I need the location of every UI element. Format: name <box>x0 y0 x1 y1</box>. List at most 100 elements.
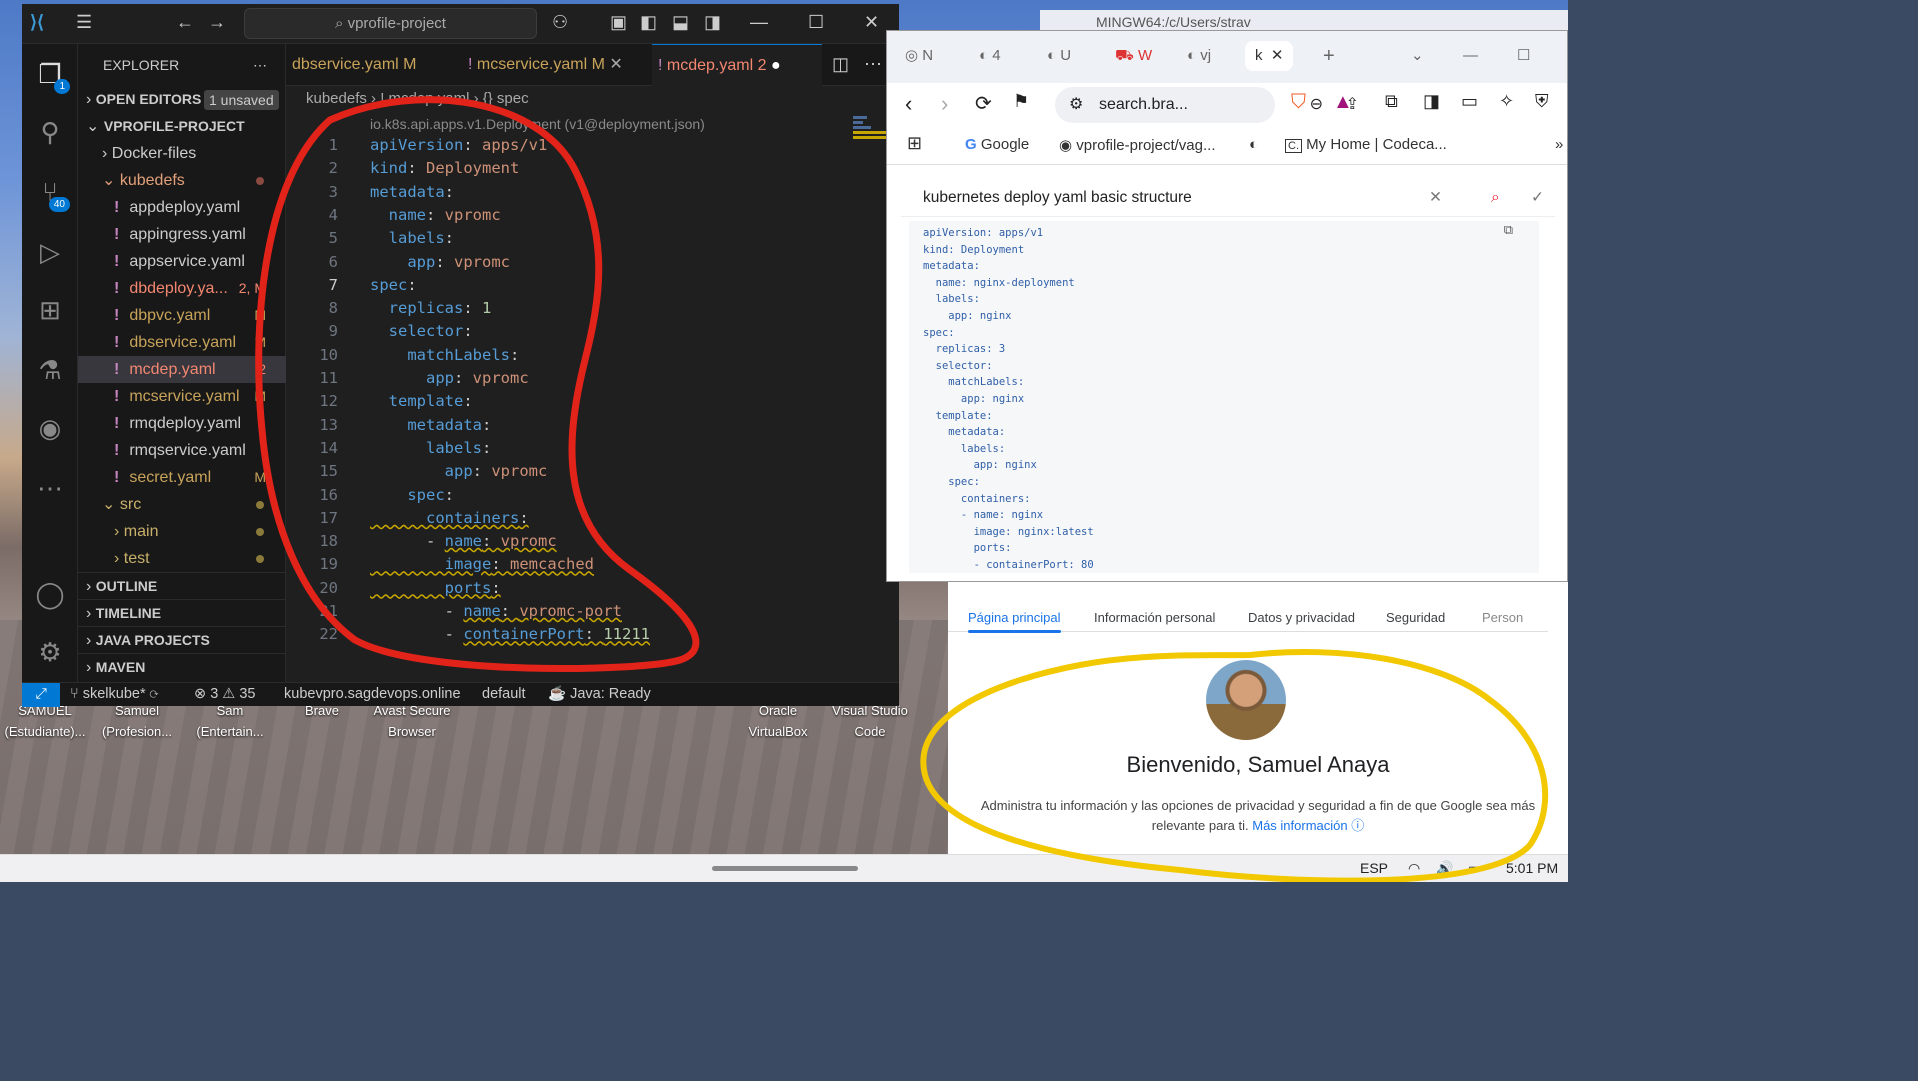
wifi-icon[interactable]: ◠ <box>1408 860 1420 877</box>
code-line[interactable]: ports: <box>370 579 501 597</box>
desktop-icon-samuel-profesional[interactable]: Samuel (Profesion... <box>92 700 182 742</box>
tab-informacion-personal[interactable]: Información personal <box>1094 610 1215 625</box>
tab-personas[interactable]: Person <box>1482 610 1523 625</box>
code-line[interactable]: kind: Deployment <box>370 159 519 177</box>
check-icon[interactable]: ✓ <box>1531 179 1544 217</box>
zoom-icon[interactable]: ⊖ <box>1310 87 1323 123</box>
testing-icon[interactable]: ⚗ <box>34 354 66 386</box>
volume-icon[interactable]: 🔊 <box>1436 860 1453 877</box>
globe-icon[interactable]: ◐ <box>1249 136 1258 153</box>
avatar[interactable] <box>1206 660 1286 740</box>
command-center-search[interactable]: ⌕ vprofile-project <box>244 8 537 39</box>
layout-icon[interactable]: ▣ <box>610 12 627 33</box>
desktop-icon-vscode[interactable]: Visual Studio Code <box>826 700 914 742</box>
folder-main[interactable]: › main <box>78 518 286 545</box>
browser-tab[interactable]: ◐ vj <box>1187 41 1211 71</box>
open-editors-section[interactable]: › OPEN EDITORS 1 unsaved <box>78 86 286 113</box>
copy-icon[interactable]: ⧉ <box>1504 223 1513 240</box>
kube-namespace[interactable]: default <box>482 683 526 706</box>
outline-section[interactable]: › OUTLINE <box>78 572 286 599</box>
language-indicator[interactable]: ESP <box>1360 860 1388 876</box>
forward-arrow-icon[interactable]: → <box>208 12 226 33</box>
copilot-icon[interactable]: ⚇ <box>552 12 568 33</box>
menu-icon[interactable]: ☰ <box>76 12 92 33</box>
tab-list-chevron-icon[interactable]: ⌄ <box>1411 41 1424 71</box>
tab-mcdep[interactable]: ! mcdep.yaml 2 ● <box>652 44 822 86</box>
file-item[interactable]: ! secret.yaml M <box>78 464 286 491</box>
back-arrow-icon[interactable]: ← <box>176 12 194 33</box>
help-icon[interactable]: ⓘ <box>1348 818 1364 833</box>
tab-seguridad[interactable]: Seguridad <box>1386 610 1445 625</box>
code-line[interactable]: image: memcached <box>370 555 594 573</box>
extensions-icon[interactable]: ⧉ <box>1385 91 1398 112</box>
new-tab-icon[interactable]: + <box>1323 41 1335 71</box>
tab-mcservice[interactable]: ! mcservice.yaml M ✕ <box>462 44 646 86</box>
back-icon[interactable]: ‹ <box>905 91 912 117</box>
toggle-panel-icon[interactable]: ⬓ <box>672 12 689 33</box>
vpn-icon[interactable]: ⛨ <box>1535 91 1549 112</box>
tab-close-icon[interactable]: ✕ <box>1271 47 1284 64</box>
browser-tab[interactable]: ◐ 4 <box>979 41 1001 71</box>
code-line[interactable]: - name: vpromc-port <box>370 602 622 620</box>
battery-icon[interactable]: ▭ <box>1468 860 1481 877</box>
toggle-sidebar-icon[interactable]: ◧ <box>640 12 657 33</box>
brave-shield-icon[interactable]: ⛉ <box>1291 91 1306 114</box>
java-projects-section[interactable]: › JAVA PROJECTS <box>78 626 286 653</box>
maven-section[interactable]: › MAVEN <box>78 653 286 680</box>
brave-rewards-icon[interactable]: ▲ <box>1333 91 1353 114</box>
address-bar[interactable]: ⚙ search.bra... ⊖ ⇪ <box>1055 87 1359 123</box>
split-editor-icon[interactable]: ◫ <box>832 54 849 75</box>
code-line[interactable]: spec: <box>370 486 454 504</box>
code-line[interactable]: template: <box>370 392 473 410</box>
unsaved-dot-icon[interactable]: ● <box>771 57 781 74</box>
code-line[interactable]: matchLabels: <box>370 346 519 364</box>
file-item[interactable]: ! dbpvc.yaml M <box>78 302 286 329</box>
desktop-icon-virtualbox[interactable]: Oracle VirtualBox <box>736 700 820 742</box>
forward-icon[interactable]: › <box>941 91 948 117</box>
code-line[interactable]: app: vpromc <box>370 462 548 480</box>
leo-ai-icon[interactable]: ✧ <box>1499 91 1514 112</box>
bookmark-google[interactable]: G Google <box>965 136 1029 153</box>
file-item[interactable]: ! mcservice.yaml M <box>78 383 286 410</box>
more-info-link[interactable]: Más información <box>1252 818 1347 833</box>
explorer-icon[interactable]: ❐ 1 <box>34 58 70 94</box>
browser-tab-active[interactable]: k ✕ <box>1245 41 1294 71</box>
explorer-more-icon[interactable]: ⋯ <box>253 44 267 86</box>
browser-tab[interactable]: ◐ U <box>1047 41 1071 71</box>
code-line[interactable]: name: vpromc <box>370 206 501 224</box>
tab-datos-privacidad[interactable]: Datos y privacidad <box>1248 610 1355 625</box>
settings-gear-icon[interactable]: ⚙ <box>34 636 66 668</box>
file-item[interactable]: ! dbservice.yaml M <box>78 329 286 356</box>
account-icon[interactable]: ◯ <box>34 578 66 610</box>
file-item[interactable]: ! mcdep.yaml 2 <box>78 356 286 383</box>
file-item[interactable]: ! rmqservice.yaml <box>78 437 286 464</box>
minimize-icon[interactable]: — <box>750 12 768 33</box>
toggle-secondary-sidebar-icon[interactable]: ◨ <box>704 12 721 33</box>
maximize-icon[interactable]: ☐ <box>1517 41 1530 71</box>
kube-cluster[interactable]: kubevpro.sagdevops.online <box>284 683 461 706</box>
tab-dbservice[interactable]: dbservice.yaml M <box>286 44 456 86</box>
breadcrumb[interactable]: kubedefs › ! mcdep.yaml › {} spec <box>286 86 899 112</box>
taskbar-handle[interactable] <box>712 866 858 871</box>
extensions-icon[interactable]: ⊞ <box>34 294 66 326</box>
bookmark-codecademy[interactable]: C. My Home | Codeca... <box>1285 136 1447 153</box>
code-line[interactable]: app: vpromc <box>370 253 510 271</box>
code-line[interactable]: apiVersion: apps/v1 <box>370 136 547 154</box>
code-line[interactable]: - name: vpromc <box>370 532 557 550</box>
file-item[interactable]: ! rmqdeploy.yaml <box>78 410 286 437</box>
problems-indicator[interactable]: ⊗ 3 ⚠ 35 <box>194 683 255 706</box>
schema-hint[interactable]: io.k8s.api.apps.v1.Deployment (v1@deploy… <box>370 116 705 132</box>
bookmark-icon[interactable]: ⚑ <box>1013 91 1029 112</box>
code-line[interactable]: spec: <box>370 276 417 294</box>
remote-indicator-icon[interactable]: ⤢ <box>22 683 60 707</box>
sidebar-icon[interactable]: ◨ <box>1423 91 1440 112</box>
folder-kubedefs[interactable]: ⌄ kubedefs <box>78 167 286 194</box>
wallet-icon[interactable]: ▭ <box>1461 91 1478 112</box>
code-line[interactable]: - containerPort: 11211 <box>370 625 650 643</box>
editor-more-icon[interactable]: ⋯ <box>864 54 882 75</box>
java-status[interactable]: ☕ Java: Ready <box>548 683 651 706</box>
minimize-icon[interactable]: — <box>1463 41 1478 71</box>
folder-docker-files[interactable]: › Docker-files <box>78 140 286 167</box>
code-line[interactable]: containers: <box>370 509 529 527</box>
branch-indicator[interactable]: ⑂ skelkube* ⟳ <box>70 683 158 706</box>
